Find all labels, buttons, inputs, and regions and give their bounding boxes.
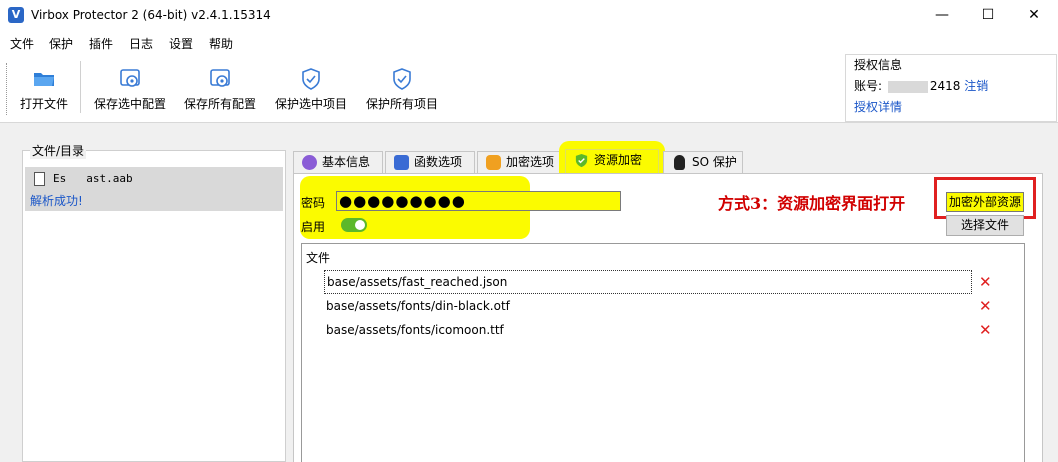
maximize-button[interactable]: ☐ [965, 0, 1011, 31]
chat-bubble-icon [302, 155, 317, 170]
file-tree-item[interactable]: Es ast.aab 解析成功! [25, 167, 283, 211]
enable-label: 启用 [301, 220, 326, 234]
file-icon [34, 172, 45, 186]
delete-icon[interactable]: ✕ [979, 319, 992, 341]
config-gear-icon [210, 69, 230, 87]
folder-icon [34, 73, 54, 86]
auth-info-panel: 授权信息 账号: 2418 注销 授权详情 [845, 54, 1057, 122]
tab-basic-info[interactable]: 基本信息 [293, 151, 383, 173]
parse-status: 解析成功! [30, 194, 83, 208]
lock-icon [486, 155, 501, 170]
account-suffix: 2418 [929, 79, 961, 93]
annotation-text: 方式3：资源加密界面打开 [718, 194, 906, 213]
shield-check-icon [302, 68, 320, 90]
menu-log[interactable]: 日志 [129, 35, 153, 52]
list-item[interactable]: base/assets/fonts/din-black.otf [324, 295, 972, 319]
protect-selected-button[interactable]: 保护选中项目 [273, 67, 349, 117]
app-logo-icon: V [8, 7, 24, 23]
toolbar-divider [80, 61, 81, 113]
file-list-header: 文件 [306, 251, 331, 265]
toolbar-grip[interactable] [6, 63, 9, 115]
list-item[interactable]: base/assets/fonts/icomoon.ttf [324, 319, 972, 343]
save-all-config-button[interactable]: 保存所有配置 [182, 67, 258, 117]
save-all-config-label: 保存所有配置 [183, 97, 256, 111]
resource-file-list: 文件 base/assets/fast_reached.json ✕ base/… [301, 243, 1025, 462]
shield-check-icon [393, 68, 411, 90]
menu-settings[interactable]: 设置 [169, 35, 193, 52]
delete-icon[interactable]: ✕ [979, 295, 992, 317]
account-redacted [887, 80, 928, 93]
linux-penguin-icon [674, 155, 685, 170]
encrypt-external-resource-button[interactable]: 加密外部资源 [946, 192, 1024, 212]
menu-file[interactable]: 文件 [10, 35, 34, 52]
password-field[interactable]: ●●●●●●●●● [336, 191, 621, 211]
save-selected-config-button[interactable]: 保存选中配置 [92, 67, 168, 117]
function-icon [394, 155, 409, 170]
menu-help[interactable]: 帮助 [209, 35, 233, 52]
config-gear-icon [120, 69, 140, 87]
save-selected-config-label: 保存选中配置 [93, 97, 166, 111]
minimize-button[interactable]: — [919, 0, 965, 31]
tab-function-options[interactable]: 函数选项 [385, 151, 475, 173]
file-tree-item-name: Es ast.aab [53, 172, 133, 185]
tab-so-protect[interactable]: SO 保护 [663, 151, 743, 173]
open-file-button[interactable]: 打开文件 [18, 67, 70, 117]
logout-link[interactable]: 注销 [964, 79, 988, 93]
menu-bar: 文件 保护 插件 日志 设置 帮助 [0, 31, 1058, 53]
menu-plugin[interactable]: 插件 [89, 35, 113, 52]
protect-all-label: 保护所有项目 [365, 97, 438, 111]
open-file-label: 打开文件 [19, 97, 68, 111]
file-tree-title: 文件/目录 [30, 142, 87, 159]
enable-toggle[interactable] [341, 218, 367, 232]
account-label: 账号: [854, 79, 883, 93]
tab-encrypt-options[interactable]: 加密选项 [477, 151, 561, 173]
password-label: 密码 [301, 196, 326, 210]
list-item[interactable]: base/assets/fast_reached.json [324, 270, 972, 294]
toggle-knob [355, 220, 365, 230]
window-title: Virbox Protector 2 (64-bit) v2.4.1.15314 [31, 8, 271, 22]
title-bar: V Virbox Protector 2 (64-bit) v2.4.1.153… [0, 0, 1058, 31]
close-button[interactable]: ✕ [1011, 0, 1057, 31]
auth-details-link[interactable]: 授权详情 [854, 98, 902, 115]
select-file-button[interactable]: 选择文件 [946, 215, 1024, 236]
tab-resource-encrypt[interactable]: 资源加密 [565, 149, 659, 173]
shield-check-icon [575, 153, 588, 168]
account-line: 账号: 2418 注销 [854, 77, 988, 94]
protect-all-button[interactable]: 保护所有项目 [364, 67, 440, 117]
menu-protect[interactable]: 保护 [49, 35, 73, 52]
auth-title: 授权信息 [854, 58, 903, 72]
delete-icon[interactable]: ✕ [979, 271, 992, 293]
protect-selected-label: 保护选中项目 [274, 97, 347, 111]
